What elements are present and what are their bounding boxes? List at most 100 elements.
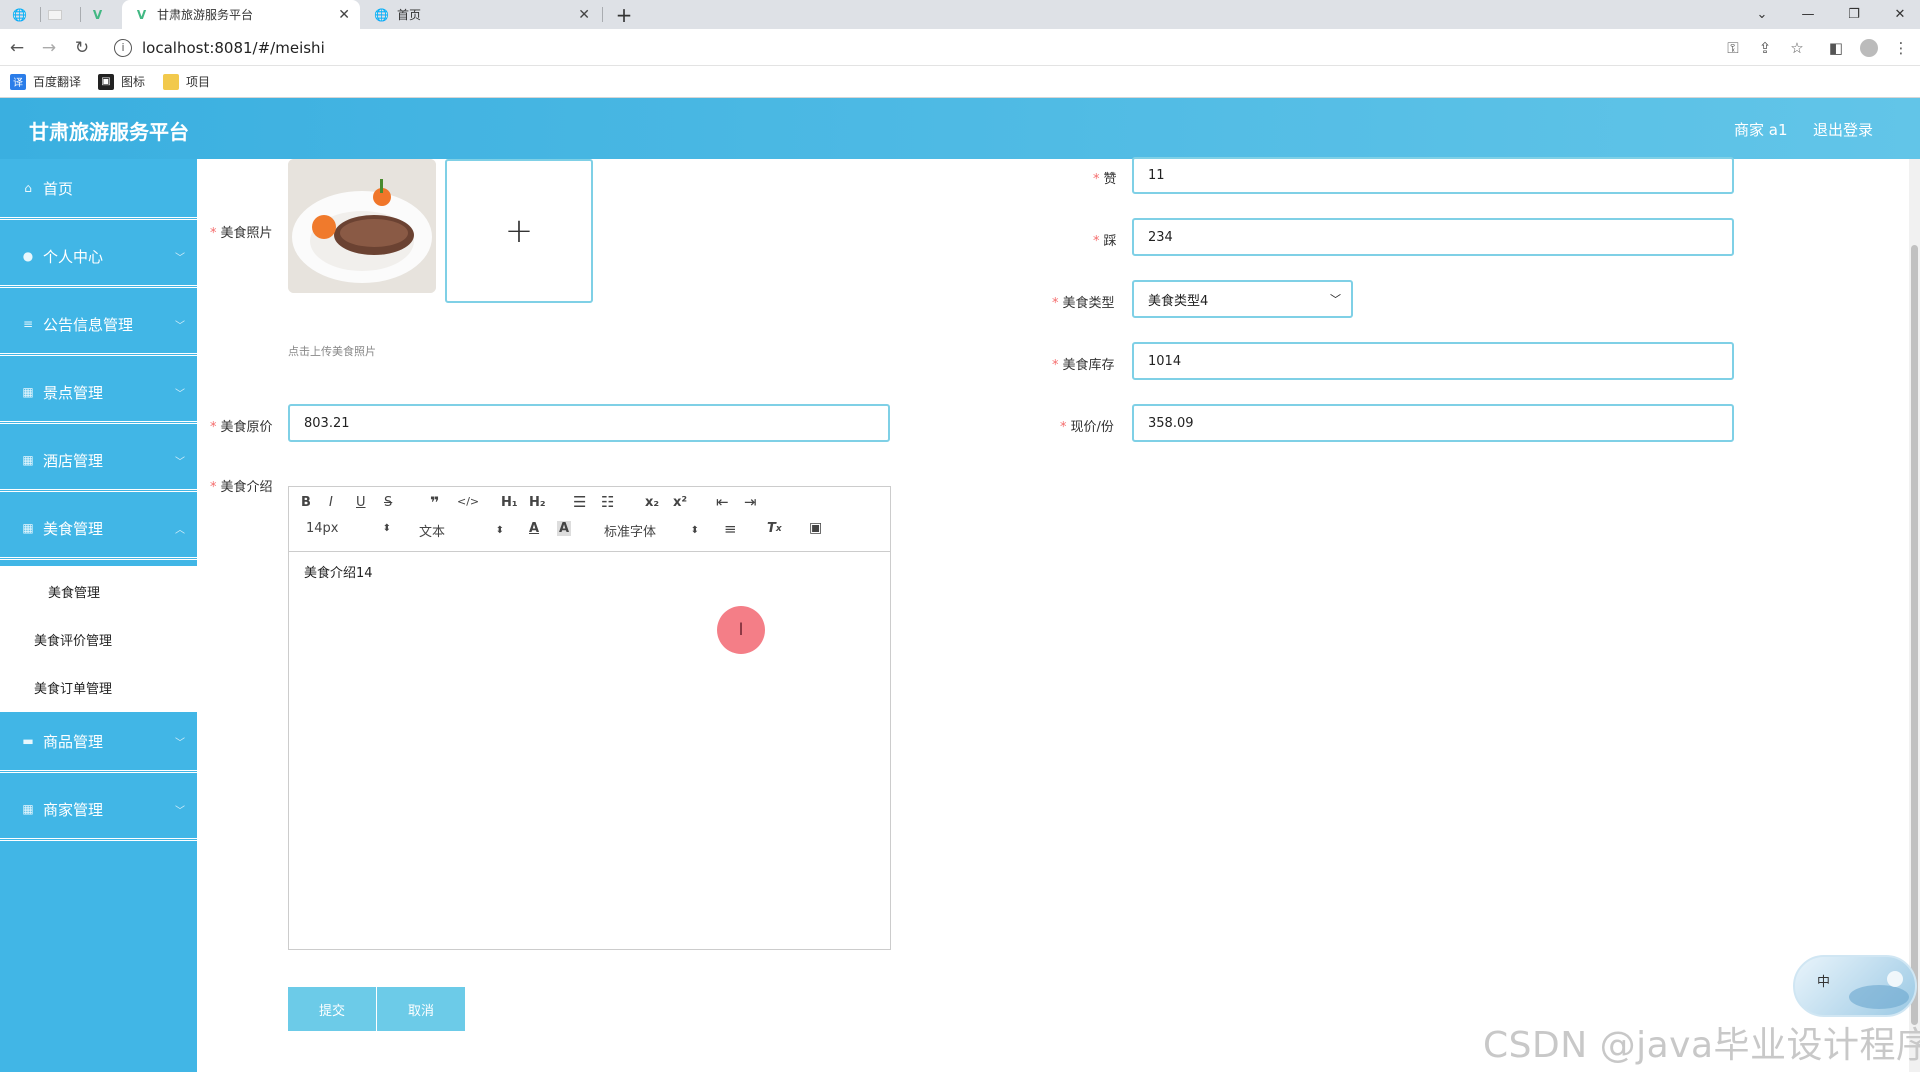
indent-icon[interactable]: ⇥ — [744, 493, 757, 511]
sidebar-item-home[interactable]: ⌂ 首页 — [0, 159, 197, 220]
strike-icon[interactable]: S — [384, 495, 392, 510]
image-icon[interactable]: ▣ — [809, 520, 822, 536]
plus-icon: + — [504, 211, 534, 251]
star-icon[interactable]: ☆ — [1786, 37, 1808, 59]
url-bar[interactable]: i localhost:8081/#/meishi — [108, 34, 1748, 61]
bookmark-item[interactable]: ▣ 图标 — [98, 73, 145, 90]
cancel-button[interactable]: 取消 — [377, 987, 465, 1031]
bullet-list-icon[interactable]: ☷ — [601, 493, 614, 511]
current-user[interactable]: 商家 a1 — [1734, 119, 1788, 140]
superscript-icon[interactable]: x² — [673, 495, 687, 510]
background-color-icon[interactable]: A — [557, 521, 572, 536]
font-size-select[interactable]: 14px ⬍ — [306, 521, 391, 536]
vue-logo-icon: V — [92, 7, 103, 22]
chevron-down-icon: ﹀ — [175, 252, 185, 264]
type-select[interactable]: 美食类型4 ﹀ — [1132, 280, 1353, 318]
bookmark-folder[interactable]: 项目 — [163, 73, 210, 90]
bold-icon[interactable]: B — [301, 495, 311, 510]
logout-link[interactable]: 退出登录 — [1813, 119, 1873, 140]
ordered-list-icon[interactable]: ☰ — [573, 493, 586, 511]
heading1-icon[interactable]: H₁ — [501, 495, 518, 510]
sidebar-item-hotel[interactable]: ▦ 酒店管理 ﹀ — [0, 431, 197, 492]
list-icon: ≡ — [22, 317, 34, 331]
price-label: * 现价/份 — [1060, 420, 1114, 435]
bookmark-label: 图标 — [121, 75, 146, 89]
dislike-input[interactable]: 234 — [1132, 218, 1734, 256]
sidebar-item-scenic[interactable]: ▦ 景点管理 ﹀ — [0, 363, 197, 424]
underline-icon[interactable]: U — [356, 495, 366, 510]
tab-separator — [40, 7, 41, 22]
tab-separator — [602, 7, 603, 22]
share-icon[interactable]: ⇪ — [1754, 37, 1776, 59]
reload-icon[interactable]: ↻ — [71, 37, 93, 59]
intro-label: * 美食介绍 — [210, 480, 273, 495]
tab-separator — [80, 7, 81, 22]
type-select-value: 美食类型4 — [1148, 293, 1209, 309]
editor-content[interactable]: 美食介绍14 — [304, 562, 373, 581]
tab-close-icon[interactable]: ✕ — [338, 7, 350, 23]
select-arrows-icon: ⬍ — [495, 525, 504, 536]
food-photo-thumbnail[interactable] — [288, 159, 436, 293]
tab-active[interactable]: V 甘肃旅游服务平台 ✕ — [122, 0, 360, 29]
chevron-down-icon: ﹀ — [175, 805, 185, 817]
sidepanel-icon[interactable]: ◧ — [1825, 37, 1847, 59]
subscript-icon[interactable]: x₂ — [645, 495, 659, 510]
font-family-select[interactable]: 标准字体 ⬍ — [604, 521, 699, 540]
pinned-tab-globe[interactable]: 🌐 — [12, 0, 36, 29]
menu-dots-icon[interactable]: ⋮ — [1890, 37, 1912, 59]
sidebar-item-goods[interactable]: ▬ 商品管理 ﹀ — [0, 712, 197, 773]
mouse-cursor-highlight: I — [717, 606, 765, 654]
align-icon[interactable]: ≡ — [724, 520, 737, 538]
heading2-icon[interactable]: H₂ — [529, 495, 546, 510]
sidebar-item-notice[interactable]: ≡ 公告信息管理 ﹀ — [0, 295, 197, 356]
user-icon: ● — [22, 249, 34, 263]
back-icon[interactable]: ← — [6, 37, 28, 59]
close-window-button[interactable]: ✕ — [1880, 0, 1920, 29]
sidebar-item-personal-center[interactable]: ● 个人中心 ﹀ — [0, 227, 197, 288]
grid-icon: ▦ — [22, 802, 34, 816]
tab-home[interactable]: 🌐 首页 ✕ — [362, 0, 600, 29]
paragraph-select[interactable]: 文本 ⬍ — [419, 521, 504, 540]
page-scrollbar-thumb[interactable] — [1911, 245, 1918, 1025]
photo-upload-button[interactable]: + — [445, 159, 593, 303]
sidebar: ⌂ 首页 ● 个人中心 ﹀ ≡ 公告信息管理 ﹀ ▦ 景点管理 ﹀ ▦ 酒店管理… — [0, 159, 197, 1072]
new-tab-button[interactable]: + — [604, 0, 644, 29]
bookmark-item[interactable]: 译 百度翻译 — [10, 73, 81, 90]
restore-button[interactable]: ❐ — [1834, 0, 1874, 29]
ime-decoration-icon — [1849, 971, 1909, 1009]
clear-format-icon[interactable]: Tx — [767, 521, 782, 536]
sidebar-item-label: 首页 — [43, 179, 74, 198]
sidebar-item-food[interactable]: ▦ 美食管理 ︿ — [0, 499, 197, 560]
like-input[interactable]: 11 — [1132, 157, 1734, 194]
pinned-tab-blank[interactable] — [48, 0, 76, 29]
submenu-item-food-manage[interactable]: 美食管理 — [48, 582, 100, 601]
key-icon[interactable]: ⚿ — [1722, 37, 1744, 59]
minimize-button[interactable]: — — [1788, 0, 1828, 29]
tab-search-icon[interactable]: ⌄ — [1742, 0, 1782, 29]
pinned-tab-vue[interactable]: V — [90, 0, 114, 29]
food-photo-image — [288, 159, 436, 293]
price-input[interactable]: 358.09 — [1132, 404, 1734, 442]
stock-input[interactable]: 1014 — [1132, 342, 1734, 380]
submenu-item-food-review[interactable]: 美食评价管理 — [34, 630, 112, 649]
site-info-icon[interactable]: i — [114, 38, 132, 57]
tab-close-icon[interactable]: ✕ — [578, 7, 590, 23]
vue-logo-icon: V — [136, 7, 147, 22]
chevron-down-icon: ﹀ — [175, 320, 185, 332]
chat-icon: ▬ — [22, 734, 34, 748]
tab-title: 甘肃旅游服务平台 — [157, 8, 254, 22]
forward-icon[interactable]: → — [38, 37, 60, 59]
code-icon[interactable]: </> — [457, 495, 479, 508]
original-price-input[interactable]: 803.21 — [288, 404, 890, 442]
italic-icon[interactable]: I — [329, 495, 333, 510]
blockquote-icon[interactable]: ❞ — [430, 493, 439, 512]
submenu-item-food-order[interactable]: 美食订单管理 — [34, 678, 112, 697]
outdent-icon[interactable]: ⇤ — [716, 493, 729, 511]
tab-title: 首页 — [397, 8, 422, 22]
ime-widget[interactable]: 中 — [1793, 955, 1917, 1017]
submit-button[interactable]: 提交 — [288, 987, 376, 1031]
sidebar-item-merchant[interactable]: ▦ 商家管理 ﹀ — [0, 780, 197, 841]
original-price-label: * 美食原价 — [210, 420, 273, 435]
profile-icon[interactable] — [1858, 37, 1880, 59]
font-color-icon[interactable]: A — [529, 521, 539, 536]
